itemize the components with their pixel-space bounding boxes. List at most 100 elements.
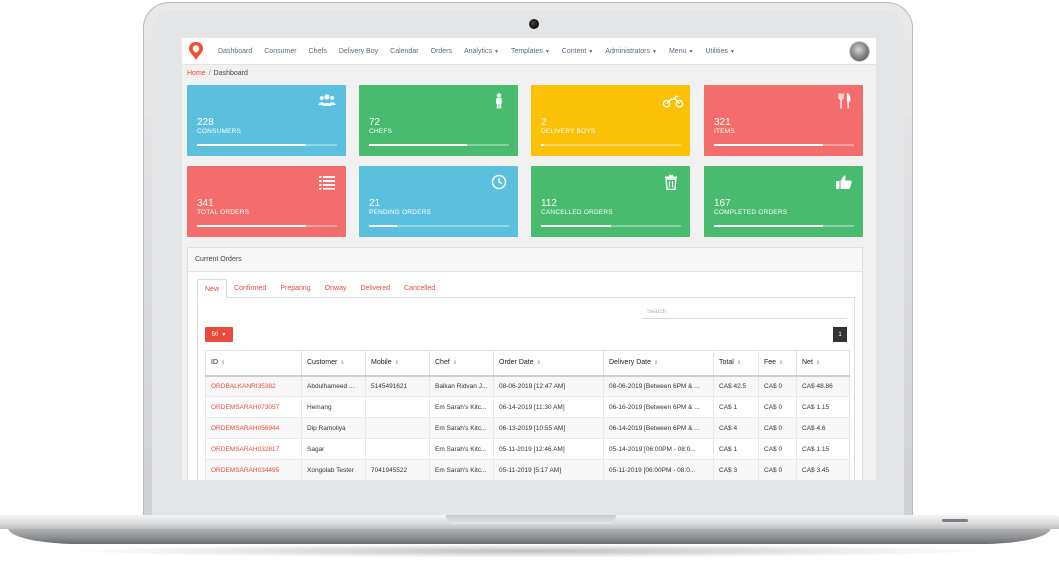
column-header-customer[interactable]: Customer ⇕ xyxy=(301,350,366,377)
table-cell: Hemang xyxy=(301,396,366,418)
nav-item-calendar[interactable]: Calendar xyxy=(384,48,424,55)
chevron-down-icon: ▼ xyxy=(730,48,735,55)
column-header-net[interactable]: Net ⇕ xyxy=(796,350,850,377)
stat-value: 2 xyxy=(541,117,547,128)
stat-card-pending-orders[interactable]: 21 PENDING ORDERS xyxy=(359,166,518,237)
tab-onway[interactable]: Onway xyxy=(318,279,354,298)
nav-item-utilities[interactable]: Utilities ▼ xyxy=(699,48,741,55)
table-cell: 06-14-2019 [Between 6PM & ... xyxy=(603,417,714,439)
sort-icon: ⇕ xyxy=(221,360,226,367)
chevron-down-icon: ▼ xyxy=(588,48,594,55)
motorbike-icon xyxy=(662,93,684,109)
table-cell: 06-13-2019 [10:55 AM] xyxy=(493,417,604,439)
table-cell: Em Sarah's Kitc... xyxy=(429,438,494,460)
breadcrumb: Home / Dashboard xyxy=(187,70,248,77)
column-header-total[interactable]: Total ⇕ xyxy=(713,350,759,377)
stat-card-total-orders[interactable]: 341 TOTAL ORDERS xyxy=(187,166,346,237)
stat-progress-bar xyxy=(369,144,509,146)
breadcrumb-home-link[interactable]: Home xyxy=(187,70,206,77)
order-id-link[interactable]: ORDEMSARAH073057 xyxy=(205,396,302,418)
column-header-fee[interactable]: Fee ⇕ xyxy=(758,350,797,377)
user-avatar[interactable] xyxy=(849,41,870,62)
laptop-shadow xyxy=(60,544,1000,558)
column-header-id[interactable]: ID ⇕ xyxy=(205,350,302,377)
table-cell: CA$ 0 xyxy=(758,396,797,418)
order-id-link[interactable]: ORDEMSARAH032817 xyxy=(205,438,302,460)
table-cell: Sagar xyxy=(301,438,366,460)
nav-item-orders[interactable]: Orders xyxy=(425,48,458,55)
nav-item-analytics[interactable]: Analytics ▼ xyxy=(458,48,505,55)
stat-card-completed-orders[interactable]: 167 COMPLETED ORDERS xyxy=(704,166,863,237)
stat-progress-fill xyxy=(541,225,611,227)
clock-icon xyxy=(490,174,508,190)
nav-item-consumer[interactable]: Consumer xyxy=(258,48,302,55)
nav-item-label: Templates xyxy=(510,47,543,55)
order-id-link[interactable]: ORDEMSARAH056944 xyxy=(205,417,302,439)
column-header-mobile[interactable]: Mobile ⇕ xyxy=(365,350,430,377)
sort-icon: ⇕ xyxy=(815,360,821,367)
nav-item-label: Analytics xyxy=(463,47,492,55)
table-cell: CA$ 3 xyxy=(713,459,759,480)
table-cell: 05-11-2019 [12:46 AM] xyxy=(493,438,604,460)
column-header-label: Chef xyxy=(435,359,450,367)
chevron-down-icon: ▼ xyxy=(688,48,694,55)
table-cell: CA$ 4 xyxy=(713,417,759,439)
order-id-link[interactable]: ORDEMSARAH034495 xyxy=(205,459,302,480)
stat-value: 72 xyxy=(369,117,381,128)
tab-delivered[interactable]: Delivered xyxy=(353,279,397,298)
column-header-label: Order Date xyxy=(499,359,534,367)
nav-item-content[interactable]: Content ▼ xyxy=(556,48,599,55)
stat-card-items[interactable]: 321 ITEMS xyxy=(704,85,863,156)
stat-card-chefs[interactable]: 72 CHEFS xyxy=(359,85,518,156)
breadcrumb-current: Dashboard xyxy=(213,70,248,77)
stat-progress-bar xyxy=(369,225,509,227)
stat-value: 341 xyxy=(197,198,214,209)
order-id-link[interactable]: ORDBALKANRI35382 xyxy=(205,375,302,397)
stat-card-cancelled-orders[interactable]: 112 CANCELLED ORDERS xyxy=(531,166,690,237)
nav-item-label: Consumer xyxy=(264,47,297,55)
pagination-page-button[interactable]: 1 xyxy=(833,327,847,342)
table-cell: Dip Ramoliya xyxy=(301,417,366,439)
tab-confirmed[interactable]: Confirmed xyxy=(227,279,273,298)
nav-item-dashboard[interactable]: Dashboard xyxy=(212,48,258,55)
nav-item-menu[interactable]: Menu ▼ xyxy=(663,48,699,55)
laptop-port xyxy=(942,519,968,522)
stat-card-consumers[interactable]: 228 CONSUMERS xyxy=(187,85,346,156)
table-row[interactable]: ORDEMSARAH073057 Hemang Em Sarah's Kitc...… xyxy=(205,396,850,418)
nav-item-templates[interactable]: Templates ▼ xyxy=(505,48,556,55)
nav-item-chefs[interactable]: Chefs xyxy=(303,48,333,55)
stat-value: 321 xyxy=(714,117,731,128)
nav-item-label: Dashboard xyxy=(218,47,253,55)
stat-label: CONSUMERS xyxy=(197,128,242,135)
tab-preparing[interactable]: Preparing xyxy=(273,279,317,298)
column-header-delivery-date[interactable]: Delivery Date ⇕ xyxy=(603,350,714,377)
table-cell xyxy=(365,438,430,460)
table-row[interactable]: ORDEMSARAH034495 Xongolab Tester 704194552… xyxy=(205,459,850,480)
nav-item-label: Delivery Boy xyxy=(338,47,379,55)
column-header-order-date[interactable]: Order Date ⇕ xyxy=(493,350,604,377)
nav-item-administrators[interactable]: Administrators ▼ xyxy=(599,48,663,55)
screen: Dashboard Consumer Chefs Delivery Boy Calend… xyxy=(182,38,876,480)
stat-progress-fill xyxy=(369,144,467,146)
tab-cancelled[interactable]: Cancelled xyxy=(397,279,442,298)
search-input[interactable] xyxy=(642,305,847,319)
table-cell: 05-14-2019 [06:00PM - 08:0... xyxy=(603,438,714,460)
table-cell: CA$ 1 xyxy=(713,396,759,418)
nav-item-delivery-boy[interactable]: Delivery Boy xyxy=(333,48,384,55)
tab-new[interactable]: New xyxy=(197,279,228,298)
trash-icon xyxy=(662,174,680,191)
location-pin-bulb-icon[interactable] xyxy=(182,38,210,65)
column-header-label: Delivery Date xyxy=(609,359,652,367)
table-cell: CA$ 48.86 xyxy=(796,375,850,397)
per-page-select[interactable]: 50 ▼ xyxy=(205,327,233,342)
table-cell: 05-11-2019 [5:17 AM] xyxy=(493,459,604,480)
stat-card-delivery-boys[interactable]: 2 DELIVERY BOYS xyxy=(531,85,690,156)
stat-progress-fill xyxy=(197,225,307,227)
sort-icon: ⇕ xyxy=(394,360,399,367)
column-header-chef[interactable]: Chef ⇕ xyxy=(429,350,494,377)
table-row[interactable]: ORDBALKANRI35382 Abdulhameed ... 514549162… xyxy=(205,375,850,397)
stat-label: COMPLETED ORDERS xyxy=(714,209,788,216)
table-row[interactable]: ORDEMSARAH032817 Sagar Em Sarah's Kitc... 0… xyxy=(205,438,850,460)
sort-icon: ⇕ xyxy=(736,360,741,367)
table-row[interactable]: ORDEMSARAH056944 Dip Ramoliya Em Sarah's K… xyxy=(205,417,850,439)
